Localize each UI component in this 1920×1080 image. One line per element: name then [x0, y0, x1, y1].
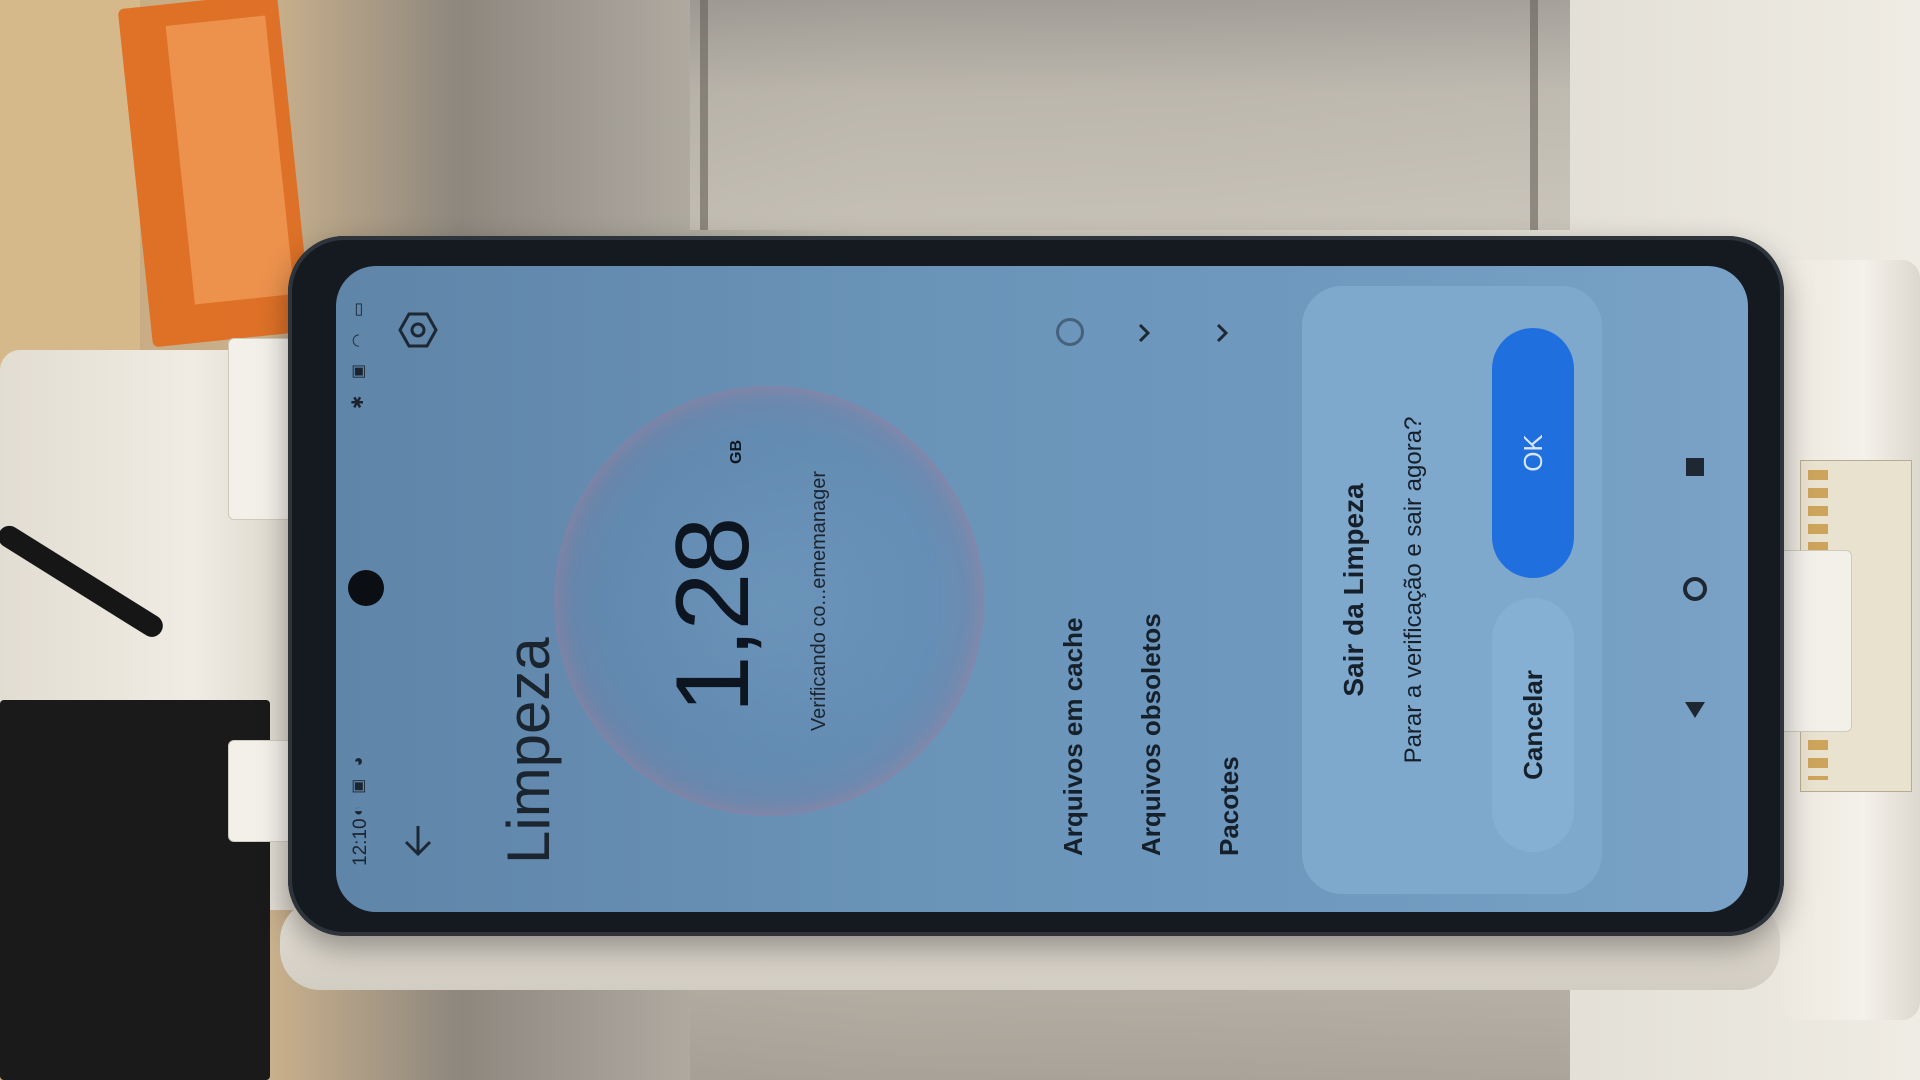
chevron-down-icon: [1208, 322, 1240, 344]
scan-size-value: 1,28: [655, 518, 771, 714]
status-system-icons: ✱ ▣ ◠ ▭: [350, 296, 367, 409]
chevron-down-icon: [1130, 322, 1162, 344]
status-time: 12:10: [350, 818, 371, 866]
arrow-back-icon[interactable]: [398, 820, 438, 860]
nav-back-icon[interactable]: [1680, 694, 1710, 724]
category-label: Arquivos obsoletos: [1136, 613, 1166, 856]
category-cache-files[interactable]: Arquivos em cache: [1048, 316, 1098, 856]
settings-hexagon-icon[interactable]: [396, 308, 440, 352]
exit-dialog: Sair da Limpeza Parar a verificação e sa…: [1302, 286, 1602, 894]
category-packages[interactable]: Pacotes: [1204, 316, 1254, 856]
phone-clamp-left-top: [228, 338, 292, 520]
dialog-message: Parar a verificação e sair agora?: [1400, 416, 1427, 764]
dialog-title: Sair da Limpeza: [1338, 483, 1369, 697]
background-frame-bar: [700, 0, 708, 230]
status-bar: 12:10 ◐ ▣ ◕ ✱ ▣ ◠ ▭: [336, 266, 384, 912]
category-obsolete-files[interactable]: Arquivos obsoletos: [1126, 316, 1176, 856]
cancel-button[interactable]: Cancelar: [1492, 598, 1574, 852]
screen-content: 12:10 ◐ ▣ ◕ ✱ ▣ ◠ ▭ Limpeza 1,28 GB Veri…: [336, 266, 1748, 912]
category-label: Pacotes: [1214, 756, 1244, 856]
scan-status-text: Verificando co...ememanager: [808, 470, 830, 732]
scan-size-unit: GB: [728, 440, 745, 464]
loading-spinner-icon: [1056, 318, 1084, 346]
navigation-bar: [1656, 266, 1736, 912]
phone-clamp-right: [1778, 550, 1852, 732]
category-label: Arquivos em cache: [1058, 617, 1088, 856]
page-title: Limpeza: [495, 637, 563, 864]
phone-clamp-left-bottom: [228, 740, 292, 842]
phone-screen: 12:10 ◐ ▣ ◕ ✱ ▣ ◠ ▭ Limpeza 1,28 GB Veri…: [336, 266, 1748, 912]
ok-button[interactable]: OK: [1492, 328, 1574, 578]
nav-recents-icon[interactable]: [1680, 452, 1710, 482]
front-camera: [348, 570, 384, 606]
background-frame-bar: [1530, 0, 1538, 230]
nav-home-icon[interactable]: [1680, 574, 1710, 604]
background-cardboard: [0, 0, 140, 380]
status-notification-icons: ◐ ▣ ◕: [350, 752, 367, 816]
photo-scene: 12:10 ◐ ▣ ◕ ✱ ▣ ◠ ▭ Limpeza 1,28 GB Veri…: [0, 0, 1920, 1080]
background-window-top: [690, 0, 1570, 230]
